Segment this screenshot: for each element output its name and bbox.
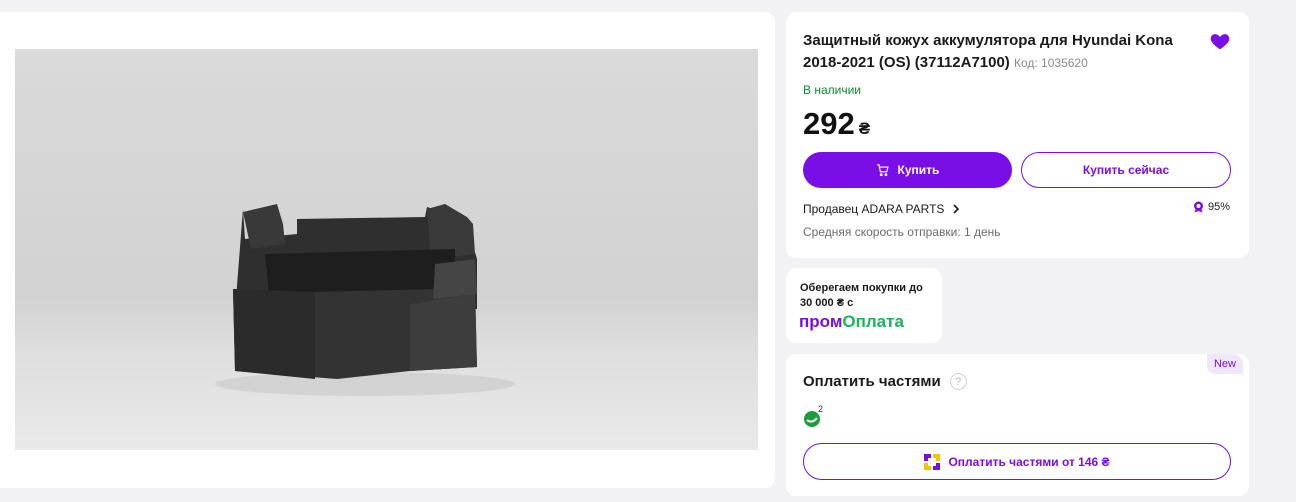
favorite-heart-icon[interactable] [1209, 30, 1231, 52]
chevron-right-icon [953, 204, 960, 214]
shipping-speed: Средняя скорость отправки: 1 день [803, 225, 1001, 239]
pay-in-parts-button[interactable]: Оплатить частями от 146 ₴ [803, 443, 1231, 480]
price: 292 ₴ [803, 106, 870, 142]
price-currency: ₴ [858, 119, 871, 138]
price-value: 292 [803, 106, 855, 141]
promo-banner[interactable]: Оберегаем покупки до 30 000 ₴ с промОпла… [786, 268, 942, 343]
battery-cover-image [15, 49, 758, 450]
product-code: Код: 1035620 [1013, 56, 1088, 70]
seller-link[interactable]: Продавец ADARA PARTS [803, 202, 960, 216]
installments-icon [924, 453, 941, 470]
bank-count: 2 [818, 404, 824, 414]
promo-brand-part1: пром [799, 312, 843, 331]
availability-status: В наличии [803, 83, 862, 97]
product-card: Защитный кожух аккумулятора для Hyundai … [786, 12, 1249, 258]
help-icon[interactable]: ? [949, 373, 967, 390]
seller-rating-value: 95% [1207, 201, 1230, 213]
promo-brand-logo: промОплата [799, 312, 904, 332]
promo-brand-part2: Оплата [842, 312, 904, 331]
installments-title-text: Оплатить частями [803, 373, 941, 390]
buy-now-button[interactable]: Купить сейчас [1021, 152, 1231, 188]
installments-title: Оплатить частями ? [803, 373, 967, 390]
new-badge: New [1206, 354, 1243, 374]
product-title-text: Защитный кожух аккумулятора для Hyundai … [803, 32, 1173, 71]
promo-text: Оберегаем покупки до 30 000 ₴ с [800, 282, 923, 309]
rating-badge-icon [1193, 201, 1203, 213]
product-title: Защитный кожух аккумулятора для Hyundai … [803, 30, 1203, 74]
buy-button-label: Купить [897, 163, 940, 177]
bank-option[interactable]: 2 [803, 404, 829, 430]
pay-in-parts-label: Оплатить частями от 146 ₴ [948, 454, 1110, 469]
product-photo[interactable] [15, 49, 758, 450]
buy-button[interactable]: Купить [803, 152, 1012, 188]
cart-icon [876, 164, 889, 177]
gallery-card [0, 12, 775, 488]
seller-rating: 95% [1193, 201, 1230, 213]
seller-label: Продавец ADARA PARTS [803, 202, 945, 216]
installments-card: New Оплатить частями ? 2 Оплатить частям… [786, 354, 1249, 496]
